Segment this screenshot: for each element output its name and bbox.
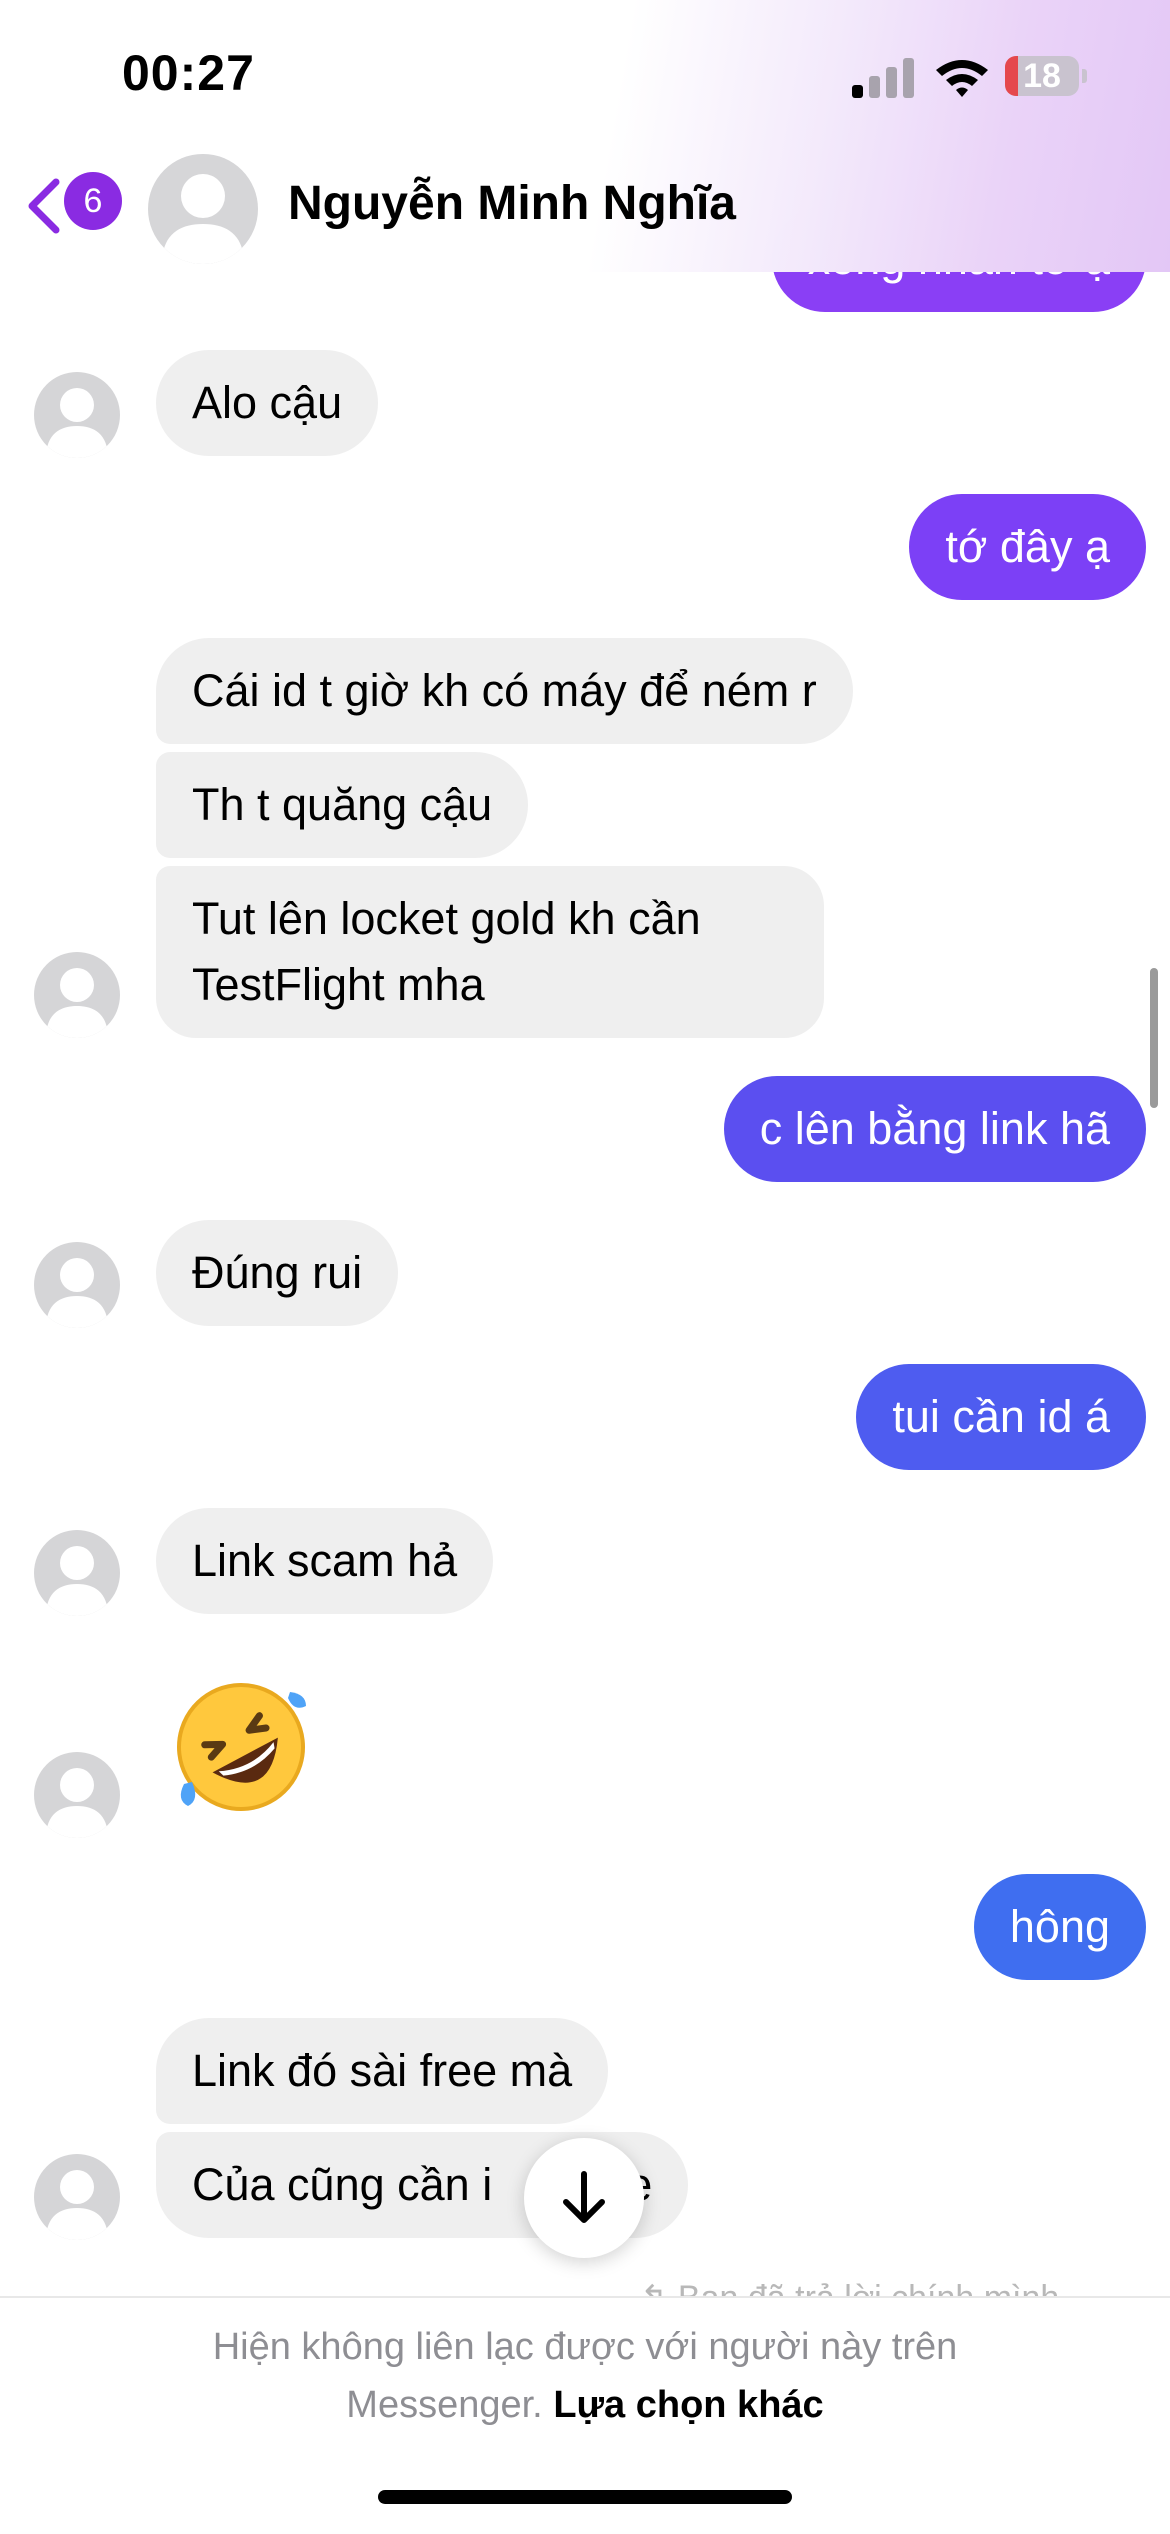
- message-bubble-in[interactable]: Tut lên locket gold kh cần TestFlight mh…: [156, 866, 824, 1038]
- message-bubble-out[interactable]: hông: [973, 1874, 1146, 1980]
- avatar[interactable]: [34, 1530, 120, 1616]
- avatar[interactable]: [34, 1242, 120, 1328]
- other-options-link[interactable]: Lựa chọn khác: [553, 2384, 823, 2426]
- avatar[interactable]: [34, 372, 120, 458]
- notice-text: Hiện không liên lạc được với người này t…: [212, 2326, 958, 2368]
- wifi-icon: [934, 56, 990, 98]
- scroll-to-bottom-button[interactable]: [524, 2138, 644, 2258]
- message-bubble-in[interactable]: Cái id t giờ kh có máy để ném r: [156, 638, 853, 744]
- cellular-signal-icon: [852, 58, 914, 98]
- back-button[interactable]: 6: [22, 172, 132, 240]
- message-bubble-out[interactable]: tui cần id á: [856, 1364, 1146, 1470]
- notice-text-messenger: Messenger.: [346, 2384, 543, 2426]
- chevron-left-icon: [28, 178, 60, 234]
- message-bubble-in[interactable]: Alo cậu: [156, 350, 379, 456]
- contact-name[interactable]: Nguyễn Minh Nghĩa: [288, 176, 736, 231]
- home-indicator[interactable]: [378, 2490, 792, 2504]
- avatar[interactable]: [34, 2154, 120, 2240]
- battery-icon: 18: [1005, 56, 1087, 96]
- message-list[interactable]: xong nhắn tớ ạ Alo cậu tớ đây ạ Cái id t…: [0, 0, 1170, 2300]
- message-bubble-out[interactable]: tớ đây ạ: [909, 494, 1146, 600]
- battery-level: 18: [1023, 57, 1061, 95]
- conversation-header: 6 Nguyễn Minh Nghĩa: [0, 150, 1170, 272]
- message-bubble-in[interactable]: Đúng rui: [156, 1220, 399, 1326]
- avatar[interactable]: [34, 952, 120, 1038]
- rolling-on-floor-laughing-emoji[interactable]: [166, 1672, 316, 1822]
- message-bubble-in[interactable]: Link scam hả: [156, 1508, 494, 1614]
- avatar[interactable]: [34, 1752, 120, 1838]
- scrollbar[interactable]: [1150, 968, 1158, 1108]
- unread-count-badge: 6: [64, 172, 122, 230]
- contact-avatar[interactable]: [148, 154, 258, 264]
- arrow-down-icon: [563, 2171, 605, 2223]
- status-time: 00:27: [122, 45, 255, 101]
- message-bubble-in[interactable]: Th t quăng cậu: [156, 752, 529, 858]
- status-bar: 00:27 18: [0, 0, 1170, 150]
- message-bubble-out[interactable]: c lên bằng link hã: [723, 1076, 1146, 1182]
- message-bubble-in[interactable]: Link đó sài free mà: [156, 2018, 609, 2124]
